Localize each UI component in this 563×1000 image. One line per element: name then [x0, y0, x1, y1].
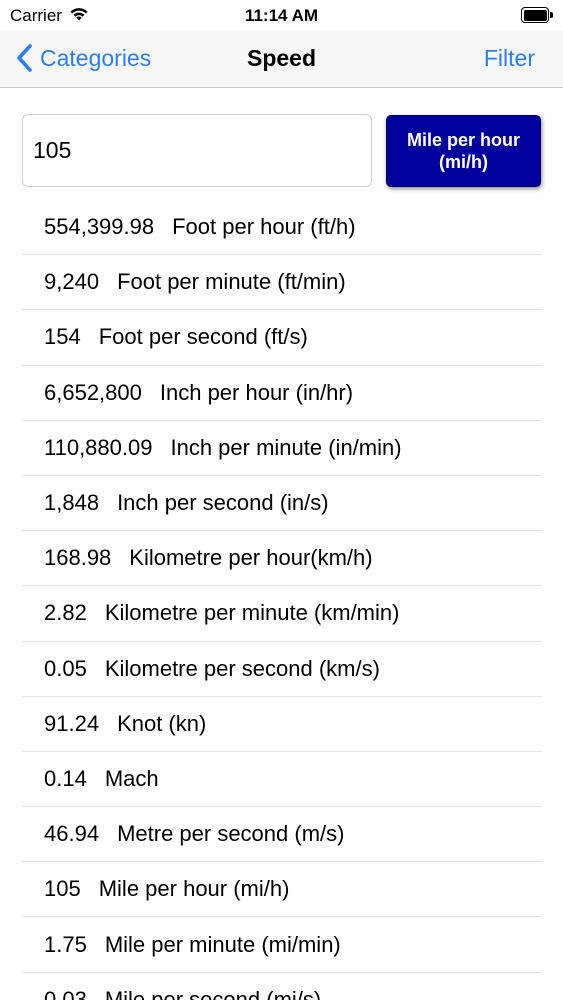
status-bar: Carrier 11:14 AM: [0, 0, 563, 30]
result-value: 91.24: [44, 710, 100, 736]
result-value: 0.05: [44, 655, 87, 681]
result-unit: Metre per second (m/s): [117, 821, 345, 847]
result-value: 46.94: [44, 821, 100, 847]
result-row[interactable]: 0.14 Mach: [22, 752, 542, 808]
result-row[interactable]: 0.05 Kilometre per second (km/s): [22, 642, 542, 697]
page-title: Speed: [246, 45, 317, 71]
unit-select-button[interactable]: Mile per hour (mi/h): [386, 115, 541, 187]
results-list: 554,399.98 Foot per hour (ft/h) 9,240 Foot …: [22, 200, 542, 1000]
result-row[interactable]: 2.82 Kilometre per minute (km/min): [22, 586, 542, 642]
result-row[interactable]: 110,880.09 Inch per minute (in/min): [22, 421, 542, 476]
status-time: 11:14 AM: [244, 6, 319, 25]
result-value: 554,399.98: [44, 214, 155, 240]
result-row[interactable]: 554,399.98 Foot per hour (ft/h): [22, 200, 542, 256]
filter-button[interactable]: Filter: [484, 45, 535, 72]
battery-icon: [521, 7, 553, 23]
result-unit: Kilometre per hour(km/h): [129, 545, 373, 571]
result-value: 9,240: [44, 269, 100, 295]
result-value: 0.14: [44, 765, 87, 791]
result-unit: Inch per second (in/s): [117, 490, 329, 516]
result-unit: Mile per minute (mi/min): [104, 931, 341, 957]
result-unit: Kilometre per minute (km/min): [104, 600, 400, 626]
result-row[interactable]: 105 Mile per hour (mi/h): [22, 862, 542, 918]
result-unit: Foot per minute (ft/min): [117, 269, 346, 295]
result-row[interactable]: 1,848 Inch per second (in/s): [22, 476, 542, 532]
result-unit: Mile per hour (mi/h): [98, 876, 290, 902]
result-value: 6,652,800: [44, 379, 142, 405]
result-row[interactable]: 6,652,800 Inch per hour (in/hr): [22, 366, 542, 421]
result-row[interactable]: 168.98 Kilometre per hour(km/h): [22, 531, 542, 587]
result-row[interactable]: 9,240 Foot per minute (ft/min): [22, 255, 542, 311]
result-value: 154: [44, 324, 81, 350]
result-unit: Inch per minute (in/min): [170, 434, 402, 460]
result-row[interactable]: 1.75 Mile per minute (mi/min): [22, 917, 542, 973]
result-row[interactable]: 91.24 Knot (kn): [22, 697, 542, 752]
result-value: 1.75: [44, 931, 87, 957]
result-value: 105: [44, 876, 81, 902]
result-row[interactable]: 154 Foot per second (ft/s): [22, 310, 542, 366]
result-row[interactable]: 0.03 Mile per second (mi/s): [22, 973, 542, 1000]
result-value: 1,848: [44, 490, 100, 516]
result-value: 110,880.09: [44, 434, 153, 460]
navigation-bar: Categories Speed Filter: [0, 30, 563, 88]
result-value: 168.98: [44, 545, 112, 571]
result-unit: Inch per hour (in/hr): [159, 379, 354, 405]
result-unit: Foot per second (ft/s): [98, 324, 308, 350]
result-unit: Mach: [104, 765, 159, 791]
result-unit: Mile per second (mi/s): [104, 986, 322, 1000]
result-unit: Kilometre per second (km/s): [104, 655, 380, 681]
result-unit: Knot (kn): [117, 710, 207, 736]
result-row[interactable]: 46.94 Metre per second (m/s): [22, 807, 542, 863]
result-unit: Foot per hour (ft/h): [172, 214, 356, 240]
result-value: 2.82: [44, 600, 87, 626]
result-value: 0.03: [44, 986, 87, 1000]
value-input[interactable]: [22, 114, 372, 187]
